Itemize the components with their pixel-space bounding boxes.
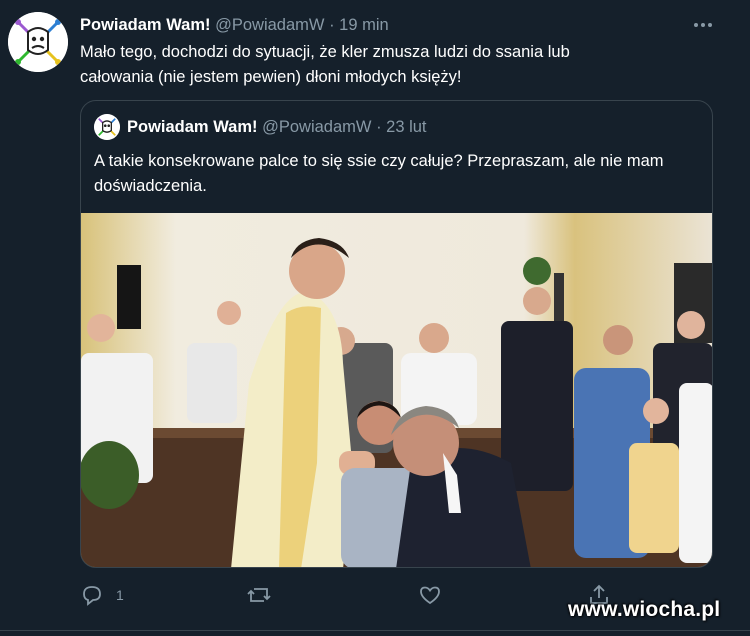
tweet-time[interactable]: 19 min (339, 16, 389, 34)
quoted-tweet[interactable]: Powiadam Wam! @PowiadamW · 23 lut A taki… (80, 100, 713, 568)
author-name[interactable]: Powiadam Wam! (80, 16, 211, 34)
quoted-photo[interactable] (81, 213, 713, 568)
retweet-button[interactable] (246, 580, 272, 610)
reply-count: 1 (116, 587, 124, 603)
watermark: www.wiocha.pl (568, 598, 721, 621)
quoted-separator-dot: · (376, 118, 382, 136)
avatar-logo-icon (8, 12, 68, 72)
reply-button[interactable]: 1 (80, 580, 124, 610)
divider (0, 630, 750, 631)
author-handle[interactable]: @PowiadamW (215, 16, 324, 34)
quoted-avatar-logo-icon (94, 114, 120, 140)
quoted-text: A takie konsekrowane palce to się ssie c… (94, 152, 664, 195)
avatar[interactable] (8, 12, 68, 72)
more-icon[interactable] (692, 16, 714, 34)
retweet-icon[interactable] (246, 583, 272, 607)
tweet: Powiadam Wam! @PowiadamW · 19 min Mało t… (0, 0, 750, 636)
separator-dot: · (329, 16, 335, 34)
tweet-text: Mało tego, dochodzi do sytuacji, że kler… (80, 43, 570, 86)
quoted-author-handle: @PowiadamW (262, 118, 372, 136)
quoted-header: Powiadam Wam! @PowiadamW · 23 lut (127, 118, 427, 137)
quoted-author-name: Powiadam Wam! (127, 118, 258, 136)
tweet-header: Powiadam Wam! @PowiadamW · 19 min (80, 16, 389, 36)
reply-icon[interactable] (80, 583, 104, 607)
like-button[interactable] (418, 580, 442, 610)
quoted-avatar (94, 114, 120, 140)
like-icon[interactable] (418, 583, 442, 607)
quoted-time: 23 lut (386, 118, 427, 136)
